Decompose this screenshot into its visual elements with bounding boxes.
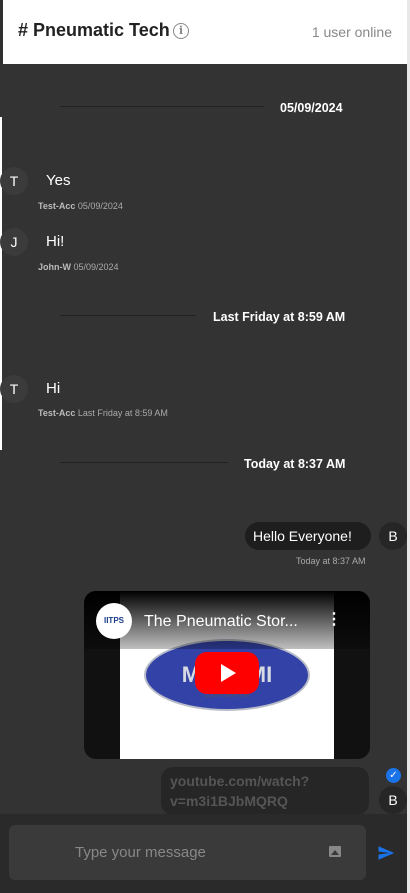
channel-title: # Pneumatic Tech: [18, 20, 170, 40]
message-time: 05/09/2024: [77, 201, 123, 211]
message-time: Last Friday at 8:59 AM: [77, 408, 168, 418]
avatar[interactable]: T: [0, 167, 28, 195]
date-divider-line: [60, 462, 228, 463]
image-icon[interactable]: [329, 846, 341, 857]
channel-avatar[interactable]: IITPS: [96, 603, 132, 639]
message-author: Test-Acc: [38, 408, 76, 418]
date-divider-line: [60, 106, 264, 107]
message-author: John-W: [38, 262, 71, 272]
composer: [0, 814, 410, 893]
send-icon[interactable]: [376, 844, 396, 862]
message-time: Today at 8:37 AM: [296, 556, 366, 566]
chat-header: # Pneumatic Tech i 1 user online: [3, 0, 410, 64]
message-time: 05/09/2024: [73, 262, 119, 272]
youtube-embed[interactable]: MEDOMI CORPORATION IITPS The Pneumatic S…: [84, 591, 370, 759]
message-text: Hi: [46, 380, 61, 397]
avatar[interactable]: J: [0, 228, 28, 256]
own-avatar[interactable]: B: [379, 522, 407, 550]
check-circle-icon: ✓: [386, 768, 401, 783]
date-divider-line: [60, 315, 196, 316]
message-meta: John-W 05/09/2024: [38, 262, 119, 272]
date-divider: Today at 8:37 AM: [244, 457, 346, 471]
avatar[interactable]: T: [0, 375, 28, 403]
message-meta: Test-Acc Last Friday at 8:59 AM: [38, 408, 168, 418]
left-edge: [0, 117, 2, 450]
message-meta: Test-Acc 05/09/2024: [38, 201, 123, 211]
play-button[interactable]: [195, 652, 259, 694]
message-text: Hi!: [46, 233, 65, 250]
own-message-bubble[interactable]: Hello Everyone!: [245, 522, 371, 550]
message-input[interactable]: [9, 825, 366, 880]
message-text: Yes: [46, 172, 71, 189]
more-vert-icon[interactable]: ⋮: [326, 609, 342, 629]
video-title[interactable]: The Pneumatic Stor...: [144, 613, 298, 631]
link-message[interactable]: youtube.com/watch?v=m3i1BJbMQRQ: [161, 767, 369, 815]
own-avatar[interactable]: B: [379, 786, 407, 814]
play-icon: [221, 664, 236, 682]
date-divider: 05/09/2024: [280, 101, 343, 115]
info-icon[interactable]: i: [173, 23, 189, 39]
date-divider: Last Friday at 8:59 AM: [213, 310, 346, 324]
message-author: Test-Acc: [38, 201, 76, 211]
online-count: 1 user online: [311, 24, 392, 40]
